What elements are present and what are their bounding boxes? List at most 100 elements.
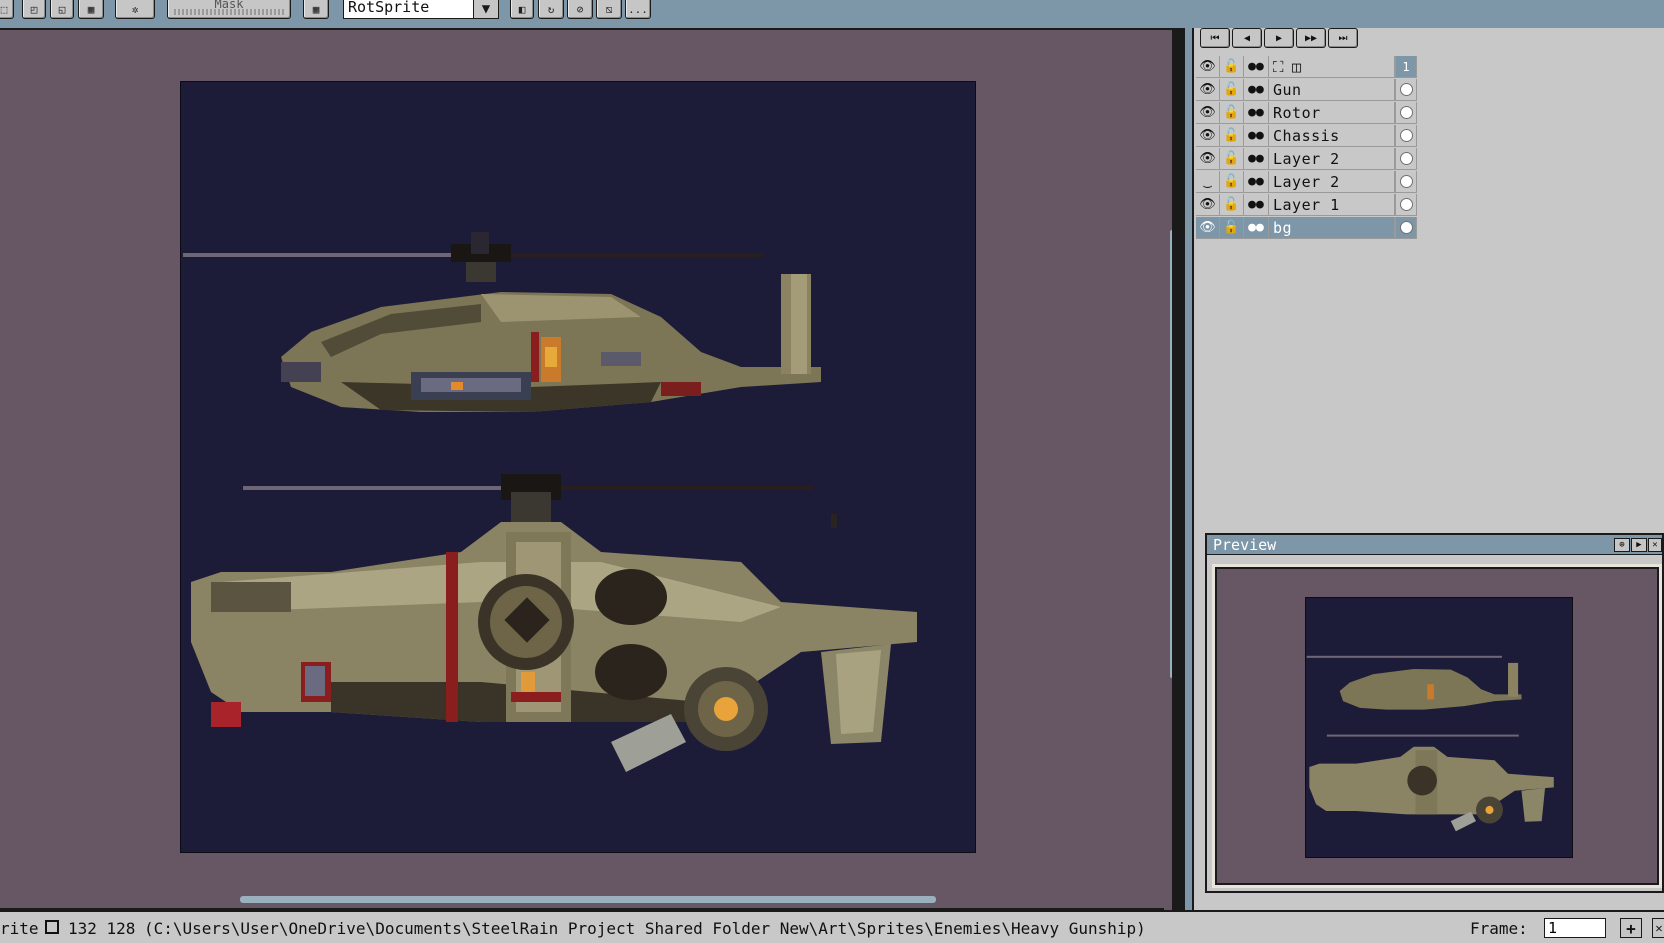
frame-header[interactable]: 1 [1395,56,1417,78]
visibility-toggle[interactable]: 👁 [1196,125,1220,147]
lock-toggle[interactable]: 🔓 [1220,194,1244,216]
sprite-size-icon [45,920,59,934]
next-frame-icon: ▶▶ [1304,32,1318,44]
add-frame-button[interactable]: + [1620,918,1642,938]
cel-dot-icon [1399,106,1413,119]
flip-button[interactable]: ◧ [510,0,534,19]
status-bar: rite 132 128 (C:\Users\User\OneDrive\Doc… [0,910,1664,943]
select-mode-1-icon: ⬚ [0,2,8,16]
visibility-toggle[interactable]: 👁 [1196,217,1220,239]
layer-name[interactable]: Chassis [1269,125,1395,147]
select-mode-3-button[interactable]: ◱ [50,0,74,19]
first-frame-icon: ⏮ [1210,32,1220,44]
grid-button[interactable]: ▦ [303,0,329,19]
layer-tree-icon[interactable]: ⛶ [1273,58,1284,76]
rotate-button[interactable]: ↻ [538,0,564,19]
distort-button[interactable]: ⧅ [596,0,622,19]
select-mode-2-button[interactable]: ◰ [22,0,46,19]
rotation-algorithm-dropdown-button[interactable]: ▼ [473,0,499,19]
visibility-toggle[interactable]: ‿ [1196,171,1220,193]
frame-number-input[interactable] [1544,918,1606,938]
lock-toggle[interactable]: 🔓 [1220,102,1244,124]
continuous-toggle[interactable]: ●● [1244,194,1269,216]
canvas-horizontal-scroll-thumb[interactable] [240,896,936,903]
layer-name[interactable]: Layer 2 [1269,171,1395,193]
continuous-icon: ●● [1248,197,1264,212]
skew-button[interactable]: ⊘ [567,0,593,19]
cel[interactable] [1395,194,1417,216]
visibility-toggle[interactable]: 👁 [1196,79,1220,101]
layer-row-layer-2[interactable]: 👁 🔓 ●● Layer 2 [1196,148,1424,170]
status-close-button[interactable]: ✕ [1652,918,1664,938]
first-frame-button[interactable]: ⏮ [1200,28,1230,48]
cel[interactable] [1395,125,1417,147]
continuous-toggle[interactable]: ●● [1244,148,1269,170]
more-options-button[interactable]: ... [625,0,651,19]
cel[interactable] [1395,217,1417,239]
preview-play-button[interactable]: ▶ [1631,538,1647,552]
select-mode-3-icon: ◱ [58,2,66,16]
continuous-toggle[interactable]: ●● [1244,171,1269,193]
pivot-icon: ✲ [131,2,139,16]
visibility-toggle[interactable]: 👁 [1196,102,1220,124]
layer-name[interactable]: Layer 2 [1269,148,1395,170]
lock-toggle[interactable]: 🔓 [1220,171,1244,193]
cel[interactable] [1395,102,1417,124]
mask-button[interactable]: Mask [167,0,291,19]
previous-frame-button[interactable]: ◀ [1232,28,1262,48]
layer-row-rotor[interactable]: 👁 🔓 ●● Rotor [1196,102,1424,124]
play-button[interactable]: ▶ [1264,28,1294,48]
layer-name[interactable]: Gun [1269,79,1395,101]
lock-icon: 🔓 [1223,220,1240,235]
lock-icon: 🔓 [1223,59,1240,74]
cel[interactable] [1395,171,1417,193]
preview-sprite [1305,597,1573,858]
all-continuous-toggle[interactable]: ●● [1244,56,1269,78]
all-lock-toggle[interactable]: 🔓 [1220,56,1244,78]
visibility-toggle[interactable]: 👁 [1196,148,1220,170]
helicopter-sprite-art [183,232,917,772]
lock-toggle[interactable]: 🔓 [1220,79,1244,101]
layer-row-bg[interactable]: 👁 🔓 ●● bg [1196,217,1424,239]
last-frame-button[interactable]: ⏭ [1328,28,1358,48]
continuous-toggle[interactable]: ●● [1244,125,1269,147]
visibility-toggle[interactable]: 👁 [1196,194,1220,216]
continuous-toggle[interactable]: ●● [1244,79,1269,101]
preview-titlebar[interactable]: Preview [1207,535,1662,555]
cel[interactable] [1395,148,1417,170]
preview-close-button[interactable]: ✕ [1648,538,1662,552]
eye-icon: 👁 [1199,82,1216,97]
layer-row-chassis[interactable]: 👁 🔓 ●● Chassis [1196,125,1424,147]
sprite-canvas[interactable] [180,81,976,853]
select-mode-4-icon: ▦ [87,2,95,16]
layer-group-icon[interactable]: ◫ [1292,58,1302,76]
next-frame-button[interactable]: ▶▶ [1296,28,1326,48]
select-mode-4-button[interactable]: ▦ [78,0,104,19]
cel[interactable] [1395,79,1417,101]
lock-toggle[interactable]: 🔓 [1220,148,1244,170]
preview-center-button[interactable]: ⊕ [1614,538,1630,552]
file-path: (C:\Users\User\OneDrive\Documents\SteelR… [144,919,1146,938]
lock-toggle[interactable]: 🔓 [1220,217,1244,239]
lock-icon: 🔓 [1223,197,1240,212]
previous-frame-icon: ◀ [1243,32,1251,44]
layer-name[interactable]: Rotor [1269,102,1395,124]
continuous-toggle[interactable]: ●● [1244,102,1269,124]
skew-icon: ⊘ [576,2,584,16]
continuous-toggle[interactable]: ●● [1244,217,1269,239]
cel-dot-icon [1399,83,1413,96]
layers-header-row: 👁 🔓 ●● ⛶ ◫ 1 [1196,56,1424,78]
continuous-icon: ●● [1248,82,1264,97]
layer-row-layer-1[interactable]: 👁 🔓 ●● Layer 1 [1196,194,1424,216]
continuous-icon: ●● [1248,105,1264,120]
layer-name[interactable]: bg [1269,217,1395,239]
select-mode-1-button[interactable]: ⬚ [0,0,14,19]
all-visibility-toggle[interactable]: 👁 [1196,56,1220,78]
layer-name[interactable]: Layer 1 [1269,194,1395,216]
pivot-button[interactable]: ✲ [115,0,155,19]
continuous-icon: ●● [1248,220,1264,235]
layer-row-gun[interactable]: 👁 🔓 ●● Gun [1196,79,1424,101]
layer-row-layer-2-hidden[interactable]: ‿ 🔓 ●● Layer 2 [1196,171,1424,193]
lock-toggle[interactable]: 🔓 [1220,125,1244,147]
distort-icon: ⧅ [605,2,613,16]
